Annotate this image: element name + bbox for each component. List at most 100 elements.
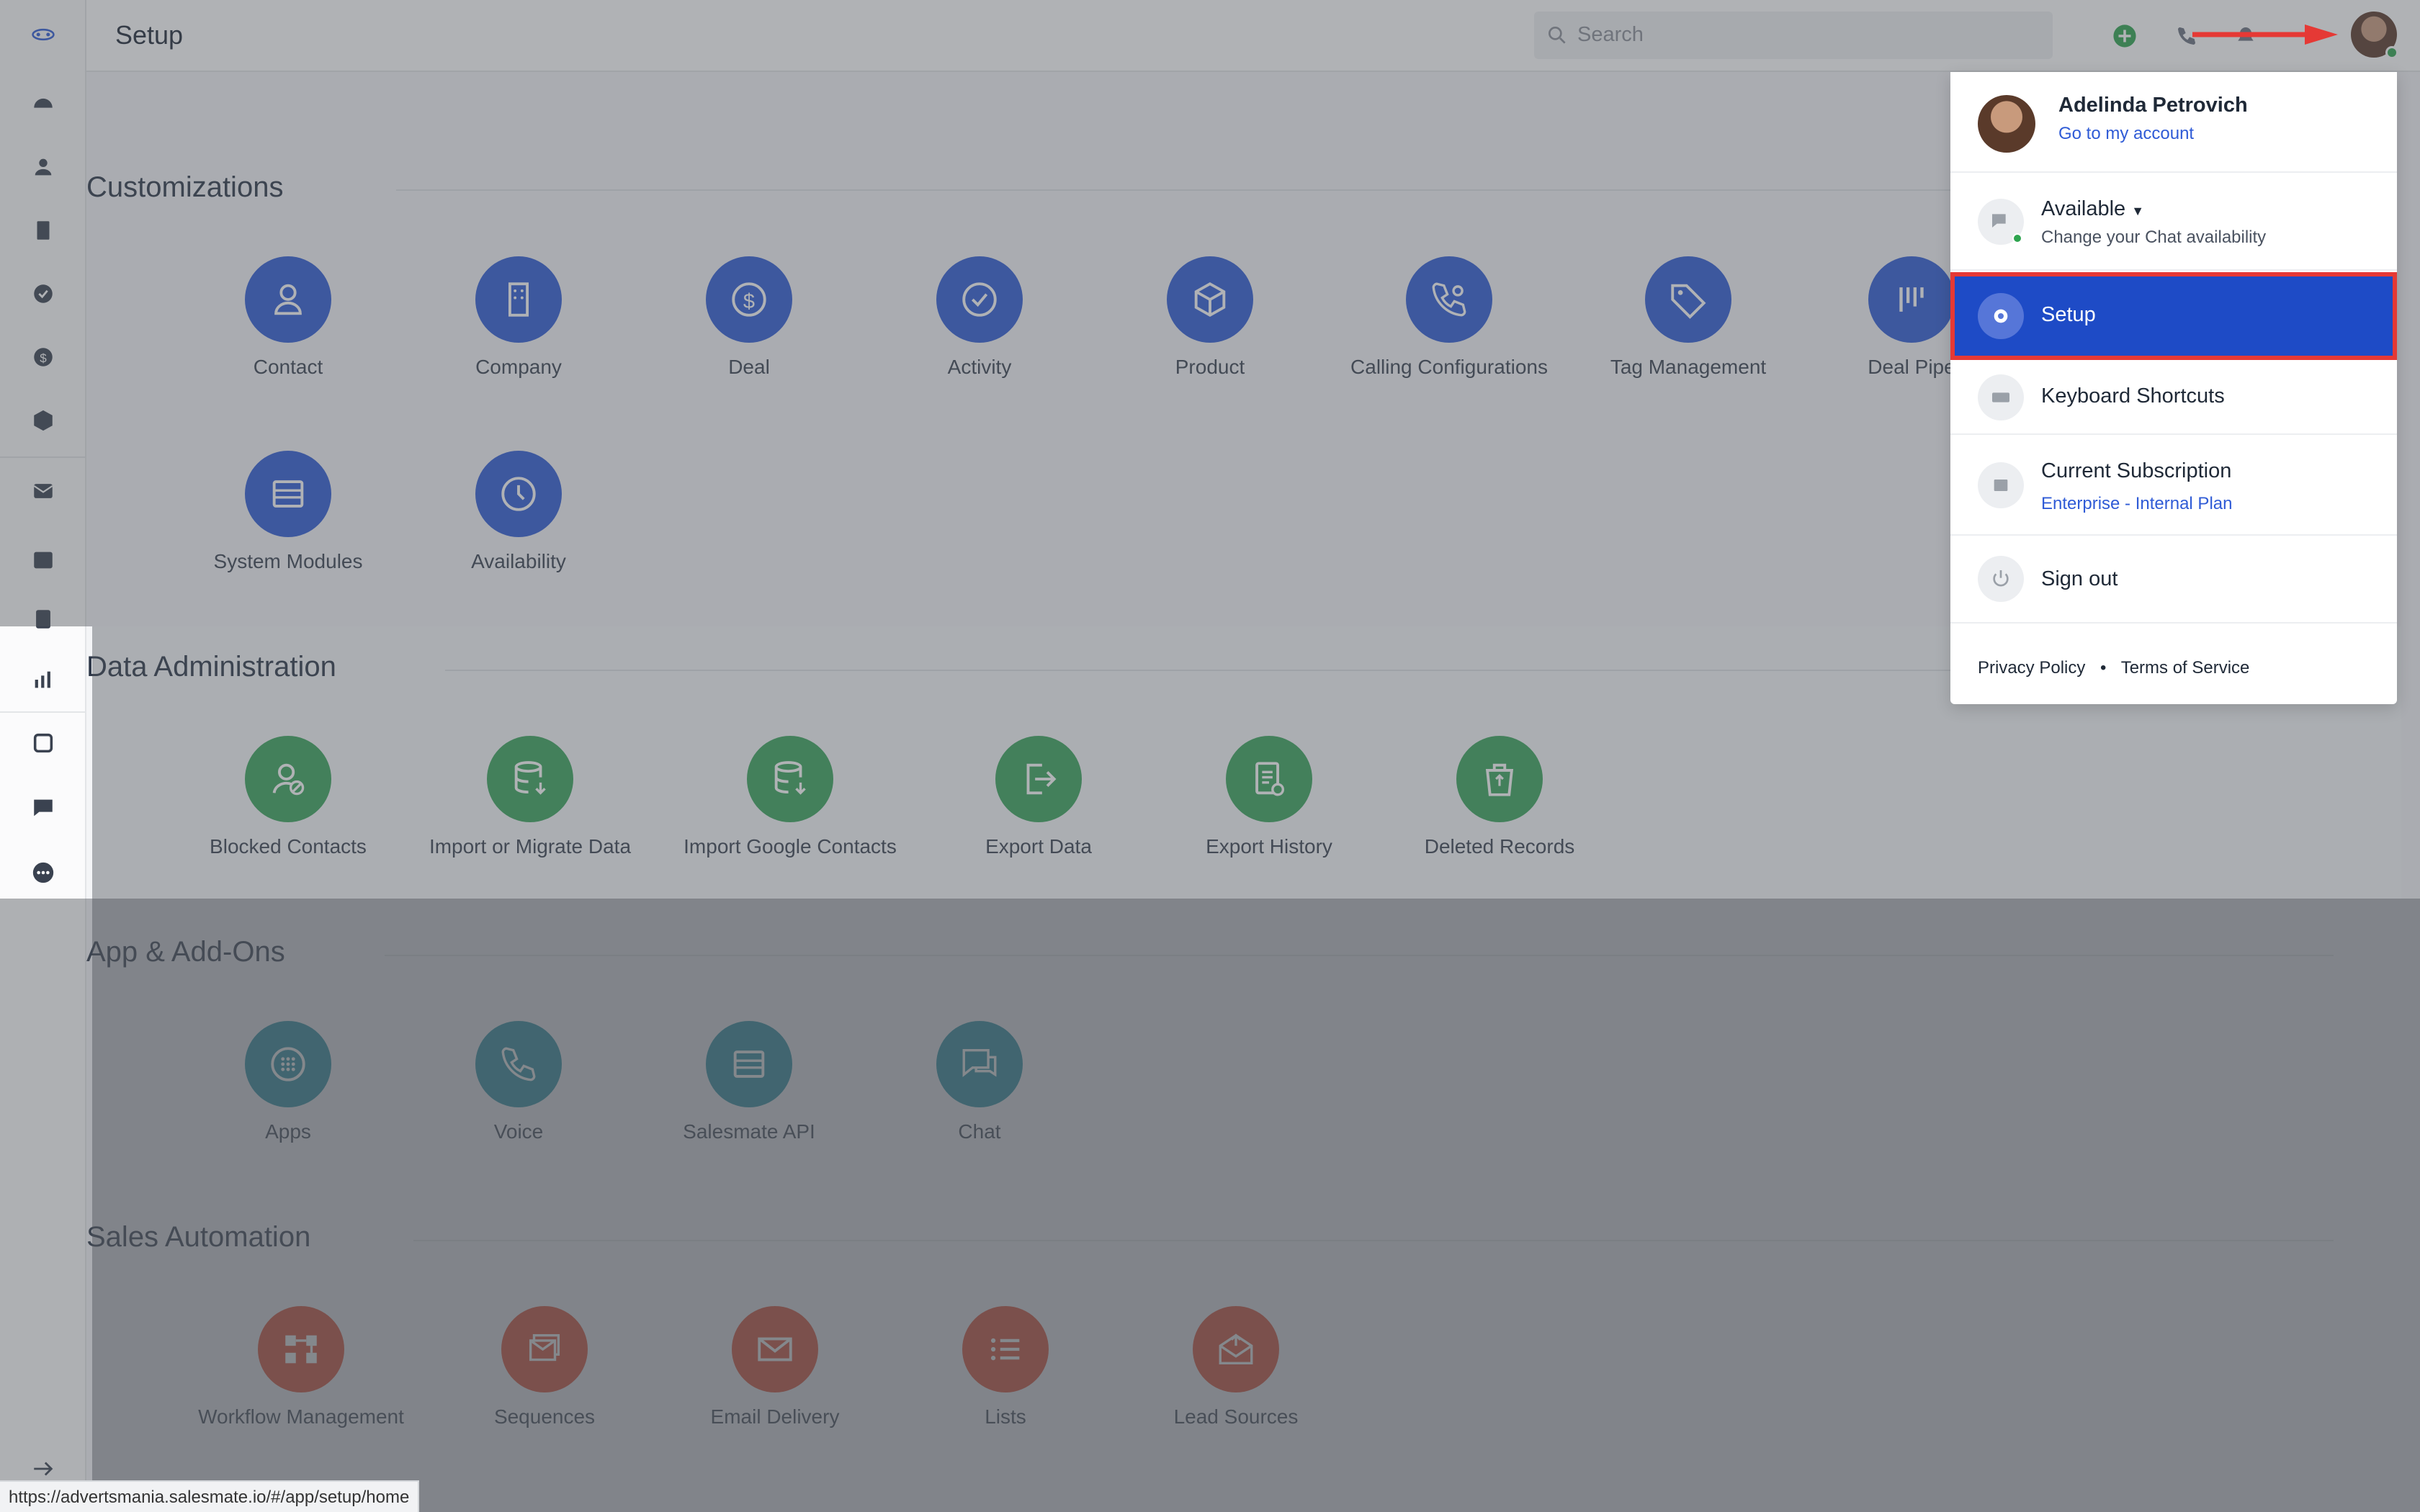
menu-availability-row[interactable]: Available ▼ Change your Chat availabilit… (1950, 173, 2397, 271)
go-to-account-link[interactable]: Go to my account (2058, 124, 2194, 144)
svg-text:$: $ (40, 351, 47, 365)
tile-lead-sources[interactable]: Lead Sources (1128, 1306, 1344, 1428)
automation-icon[interactable] (26, 726, 60, 760)
tile-label: Sequences (493, 1405, 596, 1428)
tile-import-migrate[interactable]: Import or Migrate Data (422, 736, 638, 858)
availability-label: Available ▼ (2041, 197, 2144, 221)
menu-item-setup[interactable]: Setup (1950, 272, 2397, 360)
menu-item-subscription[interactable]: Current Subscription Enterprise - Intern… (1950, 435, 2397, 536)
chat-bubble-icon (936, 1021, 1023, 1107)
deal-icon: $ (706, 256, 792, 343)
email-delivery-icon (732, 1306, 818, 1392)
tile-label: Import or Migrate Data (429, 835, 632, 858)
deals-icon[interactable]: $ (26, 340, 60, 374)
company-icon (475, 256, 562, 343)
dashboard-icon[interactable] (26, 86, 60, 121)
reports-icon[interactable] (26, 662, 60, 697)
caret-down-icon[interactable]: ▼ (2131, 204, 2144, 218)
availability-subtext: Change your Chat availability (2041, 228, 2267, 247)
tile-availability[interactable]: Availability (411, 451, 627, 573)
plan-link[interactable]: Enterprise - Internal Plan (2041, 494, 2232, 514)
tile-email-delivery[interactable]: Email Delivery (667, 1306, 883, 1428)
phone-book-icon[interactable] (26, 602, 60, 636)
tile-product[interactable]: Product (1102, 256, 1318, 379)
tag-icon (1645, 256, 1731, 343)
menu-profile-row[interactable]: Adelinda Petrovich Go to my account (1950, 72, 2397, 173)
email-icon[interactable] (26, 474, 60, 508)
tile-apps[interactable]: Apps (180, 1021, 396, 1143)
more-icon[interactable] (26, 855, 60, 890)
export-icon (995, 736, 1082, 822)
tile-export-history[interactable]: Export History (1161, 736, 1377, 858)
tile-label: Contact (253, 356, 323, 378)
page-title: Setup (115, 20, 184, 50)
tile-label: Email Delivery (710, 1405, 840, 1428)
tile-workflow-management[interactable]: Workflow Management (193, 1306, 409, 1428)
subscription-icon (1978, 462, 2024, 508)
sidebar: $ (0, 0, 86, 1512)
footer-separator: • (2100, 658, 2107, 678)
contacts-icon[interactable] (26, 150, 60, 184)
import-database-icon (487, 736, 573, 822)
menu-item-keyboard-shortcuts[interactable]: Keyboard Shortcuts (1950, 360, 2397, 435)
tile-deal[interactable]: $ Deal (641, 256, 857, 379)
section-divider (413, 1240, 2334, 1241)
annotation-arrow-icon (2192, 24, 2338, 45)
tile-blocked-contacts[interactable]: Blocked Contacts (180, 736, 396, 858)
tile-label: Tag Management (1610, 356, 1767, 378)
tile-system-modules[interactable]: System Modules (180, 451, 396, 573)
workflow-icon (258, 1306, 344, 1392)
tile-export-data[interactable]: Export Data (931, 736, 1147, 858)
tile-label: Workflow Management (198, 1405, 404, 1428)
contact-icon (245, 256, 331, 343)
app-logo-icon[interactable] (26, 17, 60, 52)
section-title-app-addons: App & Add-Ons (86, 936, 285, 968)
status-bar-url: https://advertsmania.salesmate.io/#/app/… (0, 1480, 420, 1512)
tile-import-google-contacts[interactable]: Import Google Contacts (682, 736, 898, 858)
api-icon (706, 1021, 792, 1107)
tile-sequences[interactable]: Sequences (436, 1306, 653, 1428)
menu-footer: Privacy Policy • Terms of Service (1978, 658, 2259, 678)
chat-icon[interactable] (26, 791, 60, 825)
tile-label: Availability (471, 550, 566, 572)
apps-icon (245, 1021, 331, 1107)
tile-deleted-records[interactable]: Deleted Records (1392, 736, 1608, 858)
tile-lists[interactable]: Lists (897, 1306, 1113, 1428)
terms-of-service-link[interactable]: Terms of Service (2121, 658, 2250, 678)
power-icon (1978, 556, 2024, 602)
activity-icon (936, 256, 1023, 343)
shortcuts-label: Keyboard Shortcuts (2041, 384, 2225, 408)
tile-company[interactable]: Company (411, 256, 627, 379)
tile-tag-management[interactable]: Tag Management (1580, 256, 1796, 379)
tile-voice[interactable]: Voice (411, 1021, 627, 1143)
sidebar-divider (0, 456, 85, 458)
gear-icon (1978, 293, 2024, 339)
product-icon (1167, 256, 1253, 343)
tile-label: Export History (1206, 835, 1332, 858)
tile-label: System Modules (213, 550, 363, 572)
recycle-bin-icon (1456, 736, 1543, 822)
tile-activity[interactable]: Activity (871, 256, 1088, 379)
privacy-policy-link[interactable]: Privacy Policy (1978, 658, 2085, 678)
tile-label: Activity (947, 356, 1012, 378)
products-icon[interactable] (26, 403, 60, 438)
user-menu-dropdown: Adelinda Petrovich Go to my account Avai… (1950, 72, 2397, 704)
export-history-icon (1226, 736, 1312, 822)
system-modules-icon (245, 451, 331, 537)
add-icon[interactable] (2107, 19, 2142, 53)
activities-icon[interactable] (26, 276, 60, 311)
menu-item-sign-out[interactable]: Sign out (1950, 536, 2397, 624)
tile-salesmate-api[interactable]: Salesmate API (641, 1021, 857, 1143)
tile-contact[interactable]: Contact (180, 256, 396, 379)
tile-label: Apps (265, 1120, 311, 1143)
available-status-dot (2012, 233, 2022, 243)
tile-chat[interactable]: Chat (871, 1021, 1088, 1143)
tile-calling-configurations[interactable]: Calling Configurations (1341, 256, 1557, 379)
inbox-icon[interactable] (26, 543, 60, 577)
tile-label: Chat (958, 1120, 1001, 1143)
companies-icon[interactable] (26, 213, 60, 248)
setup-label: Setup (2041, 303, 2096, 326)
user-avatar[interactable] (2351, 12, 2398, 59)
search-input[interactable]: Search (1534, 12, 2053, 59)
chat-availability-icon (1978, 199, 2024, 245)
